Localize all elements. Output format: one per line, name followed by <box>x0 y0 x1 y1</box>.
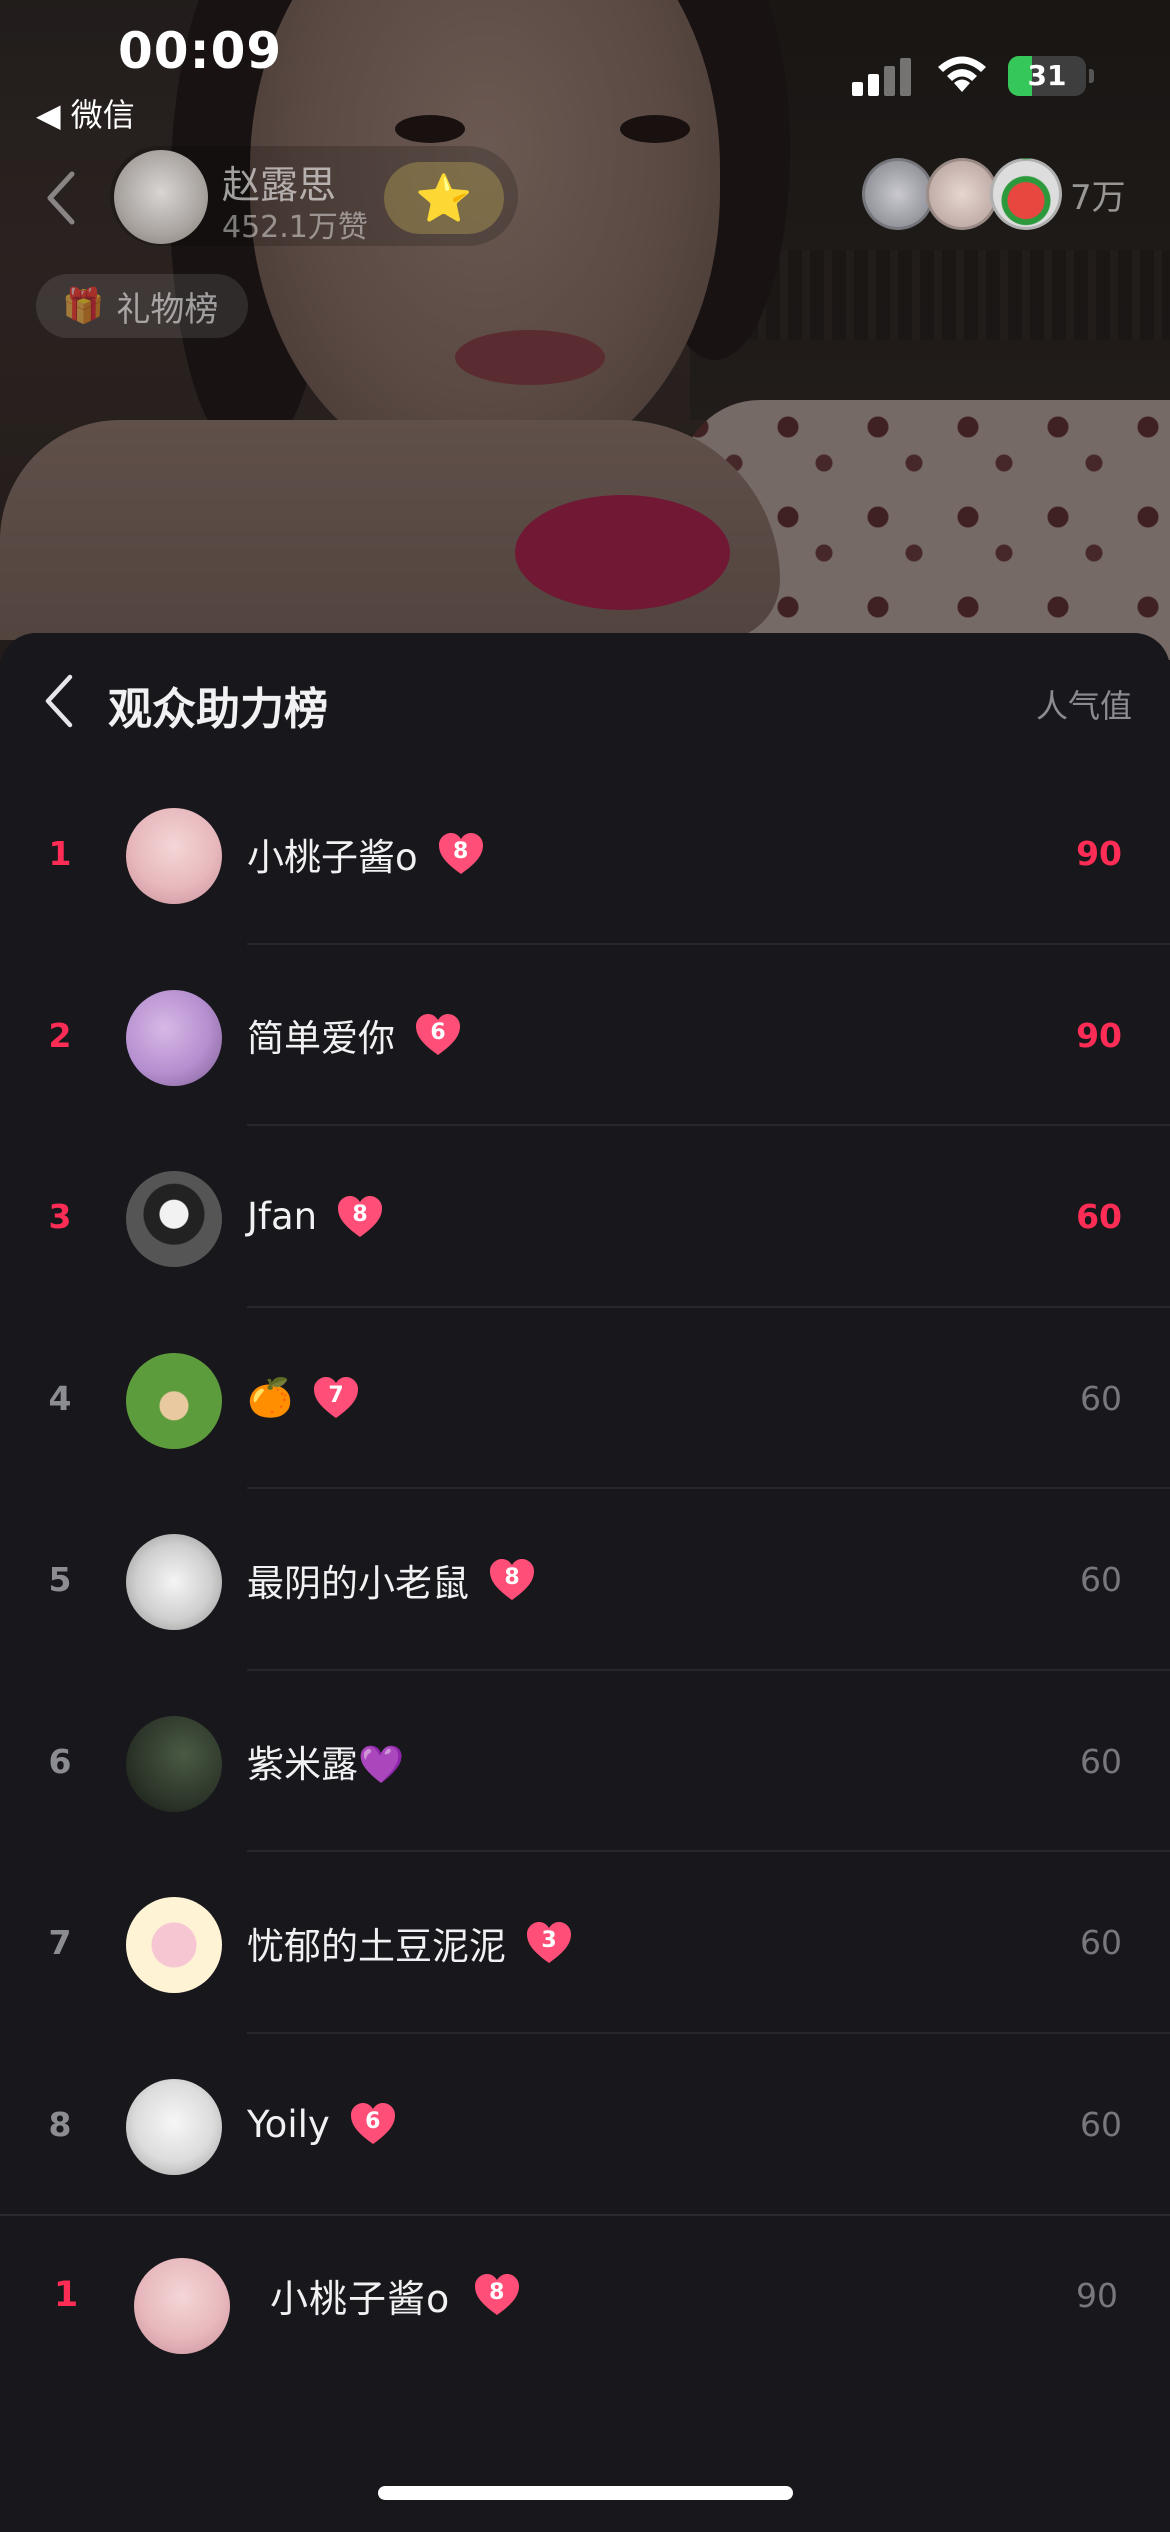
gift-icon: 🎁 <box>62 286 105 326</box>
gift-rank-button[interactable]: 🎁 礼物榜 <box>36 274 248 338</box>
my-rank-number: 1 <box>53 2275 79 2315</box>
gift-rank-label: 礼物榜 <box>116 289 219 330</box>
live-back-icon[interactable] <box>40 168 80 228</box>
my-avatar[interactable] <box>134 2258 230 2354</box>
follow-button[interactable]: ⭐ <box>384 162 504 234</box>
user-name: 简单爱你 <box>247 1017 395 1061</box>
popularity-value: 60 <box>1080 1741 1122 1781</box>
user-name: Jfan <box>247 1195 318 1239</box>
home-indicator[interactable] <box>378 2486 793 2500</box>
rank-row[interactable]: 6 紫米露💜 60 <box>0 1671 1170 1852</box>
rank-row[interactable]: 5 最阴的小老鼠 8 60 <box>0 1489 1170 1671</box>
status-time: 00:09 <box>118 22 283 80</box>
rank-row[interactable]: 2 简单爱你 6 90 <box>0 945 1170 1126</box>
rank-number: 1 <box>48 834 72 874</box>
user-avatar[interactable] <box>126 808 222 904</box>
popularity-value: 60 <box>1076 1197 1122 1237</box>
my-rank-row[interactable]: 1 小桃子酱o 8 90 <box>0 2214 1170 2374</box>
metric-label: 人气值 <box>1035 687 1132 725</box>
rank-row[interactable]: 3 Jfan 8 60 <box>0 1126 1170 1308</box>
user-avatar[interactable] <box>126 989 222 1086</box>
rank-number: 5 <box>48 1560 72 1600</box>
rank-number: 7 <box>48 1923 72 1963</box>
rank-number: 3 <box>48 1197 72 1237</box>
rank-number: 6 <box>48 1741 72 1781</box>
sheet-title: 观众助力榜 <box>108 684 328 735</box>
viewer-avatar[interactable] <box>990 158 1062 230</box>
fan-level-badge: 6 <box>350 2102 396 2146</box>
rank-row[interactable]: 4 🍊 7 60 <box>0 1308 1170 1489</box>
user-name: 🍊 <box>247 1376 294 1420</box>
sheet-header: 观众助力榜 人气值 <box>0 633 1170 763</box>
user-avatar[interactable] <box>126 1534 222 1630</box>
viewer-avatar[interactable] <box>926 158 998 230</box>
fan-level-badge: 8 <box>474 2273 520 2317</box>
popularity-value: 60 <box>1080 2104 1122 2144</box>
fan-level-badge: 6 <box>415 1013 461 1057</box>
viewer-avatar[interactable] <box>862 158 934 230</box>
sheet-back-icon[interactable] <box>40 673 76 729</box>
fan-level-badge: 3 <box>526 1921 572 1965</box>
popularity-value: 90 <box>1076 834 1122 874</box>
fan-level-badge: 7 <box>313 1376 359 1420</box>
popularity-value: 90 <box>1076 1015 1122 1055</box>
popularity-value: 60 <box>1080 1923 1122 1963</box>
live-header: 赵露思 452.1万赞 ⭐ 7万 <box>0 140 1170 250</box>
fan-level-badge: 8 <box>337 1195 383 1239</box>
viewer-count[interactable]: 7万 <box>1070 170 1126 219</box>
my-name: 小桃子酱o <box>270 2276 451 2321</box>
cellular-signal-icon <box>852 58 914 96</box>
host-name: 赵露思 <box>222 163 337 207</box>
user-name: 小桃子酱o <box>247 835 418 879</box>
rank-list: 1 小桃子酱o 8 90 2 简单爱你 6 90 3 Jfan 8 60 4 🍊 7 60 5 最阴的小老鼠 8 60… <box>0 763 1170 2215</box>
fan-level-badge: 8 <box>438 832 484 876</box>
host-likes: 452.1万赞 <box>222 210 368 245</box>
user-name: 紫米露💜 <box>247 1743 405 1787</box>
star-icon: ⭐ <box>415 170 473 225</box>
battery-percent: 31 <box>1027 59 1067 92</box>
user-avatar[interactable] <box>126 1897 222 1993</box>
battery-icon: 31 <box>1008 56 1086 96</box>
rank-number: 2 <box>48 1015 72 1055</box>
rank-number: 8 <box>48 2104 72 2144</box>
rank-number: 4 <box>48 1378 72 1418</box>
popularity-value: 60 <box>1080 1378 1122 1418</box>
my-rank-value: 90 <box>1076 2275 1118 2315</box>
status-bar: 00:09 ◀ 微信 31 <box>0 0 1170 134</box>
rank-row[interactable]: 7 忧郁的土豆泥泥 3 60 <box>0 1852 1170 2034</box>
user-name: 忧郁的土豆泥泥 <box>247 1924 506 1968</box>
wifi-icon <box>938 56 986 92</box>
user-avatar[interactable] <box>126 1352 222 1449</box>
user-avatar[interactable] <box>126 1715 222 1812</box>
fan-level-badge: 8 <box>489 1558 535 1602</box>
audience-rank-sheet: 观众助力榜 人气值 1 小桃子酱o 8 90 2 简单爱你 6 90 3 Jfan 8 60 4 🍊 7 60… <box>0 633 1170 2532</box>
user-name: Yoily <box>247 2102 330 2146</box>
user-avatar[interactable] <box>126 1171 222 1267</box>
rank-row[interactable]: 8 Yoily 6 60 <box>0 2034 1170 2216</box>
rank-row[interactable]: 1 小桃子酱o 8 90 <box>0 763 1170 945</box>
back-to-app-link[interactable]: ◀ 微信 <box>36 90 135 136</box>
user-avatar[interactable] <box>126 2078 222 2175</box>
host-avatar[interactable] <box>114 150 208 244</box>
popularity-value: 60 <box>1080 1560 1122 1600</box>
user-name: 最阴的小老鼠 <box>247 1561 469 1605</box>
